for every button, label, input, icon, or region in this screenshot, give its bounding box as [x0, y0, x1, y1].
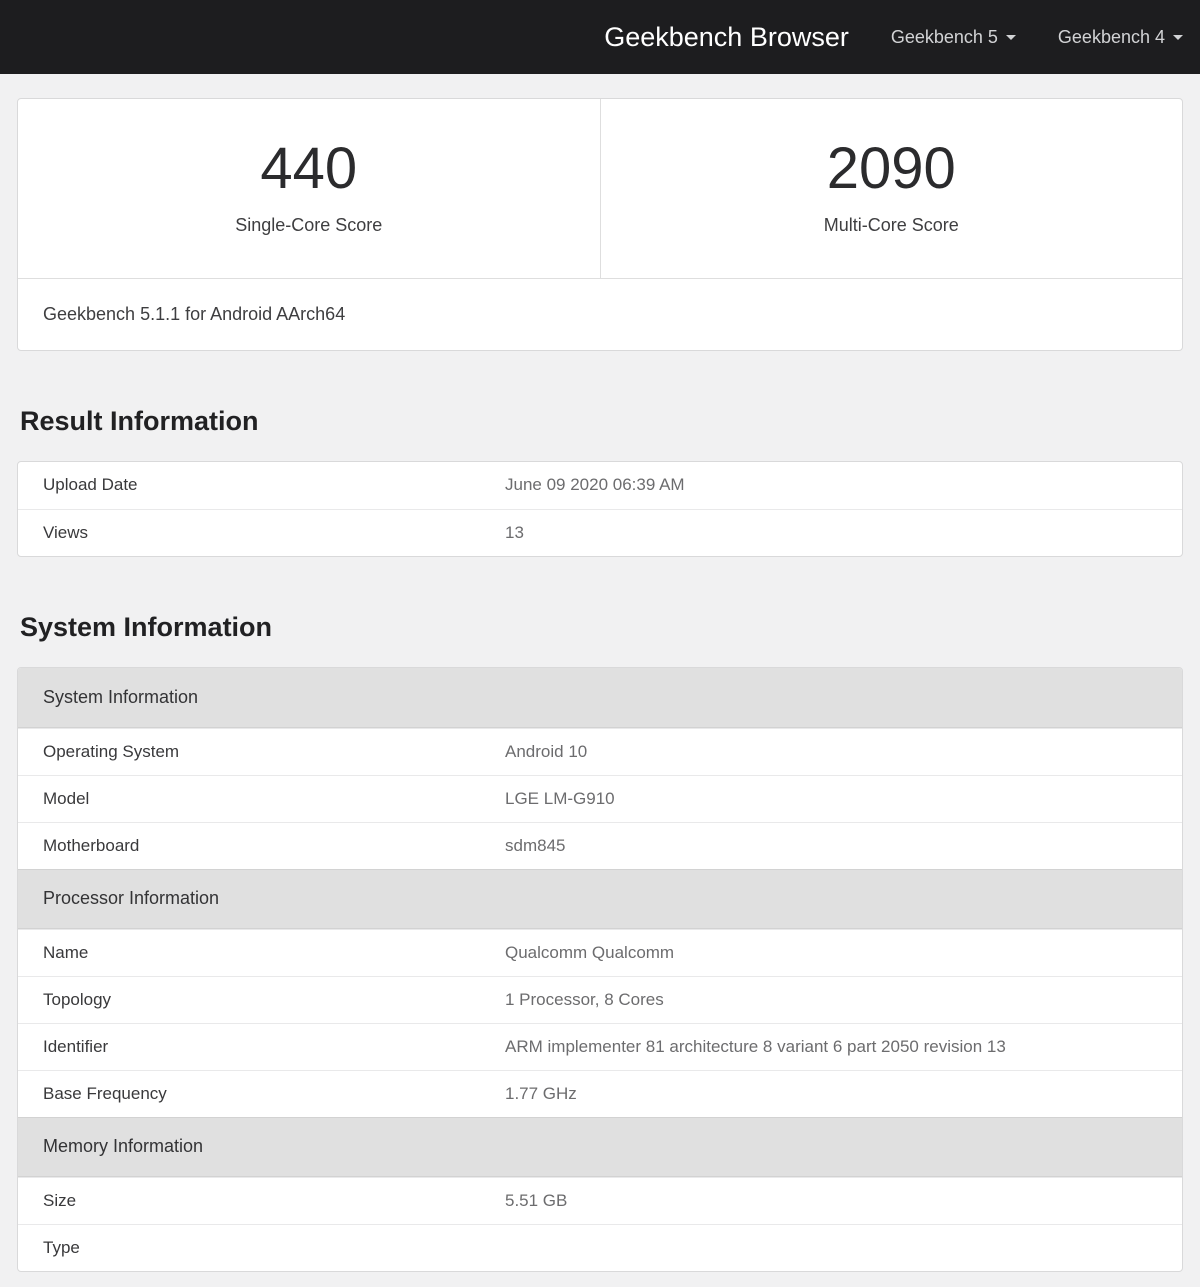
- table-row: Upload Date June 09 2020 06:39 AM: [18, 462, 1182, 509]
- row-value: 5.51 GB: [505, 1191, 1182, 1211]
- row-label: Type: [18, 1238, 505, 1258]
- multi-core-score-block: 2090 Multi-Core Score: [600, 99, 1183, 278]
- row-value: Android 10: [505, 742, 1182, 762]
- nav-menu-geekbench-5[interactable]: Geekbench 5: [891, 28, 1016, 46]
- result-information-table: Upload Date June 09 2020 06:39 AM Views …: [17, 461, 1183, 557]
- row-label: Size: [18, 1191, 505, 1211]
- single-core-score-value: 440: [18, 137, 600, 201]
- table-row: Name Qualcomm Qualcomm: [18, 929, 1182, 976]
- group-header-processor: Processor Information: [18, 869, 1182, 929]
- system-information-title: System Information: [17, 612, 1183, 643]
- row-value: sdm845: [505, 836, 1182, 856]
- system-information-table: System Information Operating System Andr…: [17, 667, 1183, 1272]
- row-label: Identifier: [18, 1037, 505, 1057]
- nav-menu-geekbench-4[interactable]: Geekbench 4: [1058, 28, 1183, 46]
- top-navbar: Geekbench Browser Geekbench 5 Geekbench …: [0, 0, 1200, 74]
- row-label: Base Frequency: [18, 1084, 505, 1104]
- main-container: 440 Single-Core Score 2090 Multi-Core Sc…: [17, 98, 1183, 1287]
- row-value: ARM implementer 81 architecture 8 varian…: [505, 1037, 1182, 1057]
- row-label: Model: [18, 789, 505, 809]
- row-value: 1 Processor, 8 Cores: [505, 990, 1182, 1010]
- chevron-down-icon: [1173, 35, 1183, 40]
- row-label: Views: [18, 523, 505, 543]
- table-row: Views 13: [18, 509, 1182, 556]
- table-row: Topology 1 Processor, 8 Cores: [18, 976, 1182, 1023]
- group-header-system: System Information: [18, 668, 1182, 728]
- group-header-memory: Memory Information: [18, 1117, 1182, 1177]
- score-panel: 440 Single-Core Score 2090 Multi-Core Sc…: [17, 98, 1183, 351]
- single-core-score-label: Single-Core Score: [18, 215, 600, 236]
- row-value: 1.77 GHz: [505, 1084, 1182, 1104]
- table-row: Motherboard sdm845: [18, 822, 1182, 869]
- multi-core-score-label: Multi-Core Score: [601, 215, 1183, 236]
- table-row: Operating System Android 10: [18, 728, 1182, 775]
- table-row: Size 5.51 GB: [18, 1177, 1182, 1224]
- row-label: Upload Date: [18, 475, 505, 495]
- row-value: 13: [505, 523, 1182, 543]
- row-label: Motherboard: [18, 836, 505, 856]
- chevron-down-icon: [1006, 35, 1016, 40]
- table-row: Type: [18, 1224, 1182, 1271]
- single-core-score-block: 440 Single-Core Score: [18, 99, 600, 278]
- row-value: June 09 2020 06:39 AM: [505, 475, 1182, 495]
- result-information-title: Result Information: [17, 406, 1183, 437]
- row-label: Name: [18, 943, 505, 963]
- benchmark-version-text: Geekbench 5.1.1 for Android AArch64: [18, 278, 1182, 350]
- nav-menu-label: Geekbench 5: [891, 28, 998, 46]
- row-value: Qualcomm Qualcomm: [505, 943, 1182, 963]
- row-value: LGE LM-G910: [505, 789, 1182, 809]
- brand-link[interactable]: Geekbench Browser: [604, 24, 849, 51]
- row-label: Topology: [18, 990, 505, 1010]
- table-row: Identifier ARM implementer 81 architectu…: [18, 1023, 1182, 1070]
- multi-core-score-value: 2090: [601, 137, 1183, 201]
- score-row: 440 Single-Core Score 2090 Multi-Core Sc…: [18, 99, 1182, 278]
- navbar-inner: Geekbench Browser Geekbench 5 Geekbench …: [17, 24, 1183, 51]
- nav-menu-label: Geekbench 4: [1058, 28, 1165, 46]
- table-row: Base Frequency 1.77 GHz: [18, 1070, 1182, 1117]
- table-row: Model LGE LM-G910: [18, 775, 1182, 822]
- bottom-gap: [17, 1272, 1183, 1287]
- row-label: Operating System: [18, 742, 505, 762]
